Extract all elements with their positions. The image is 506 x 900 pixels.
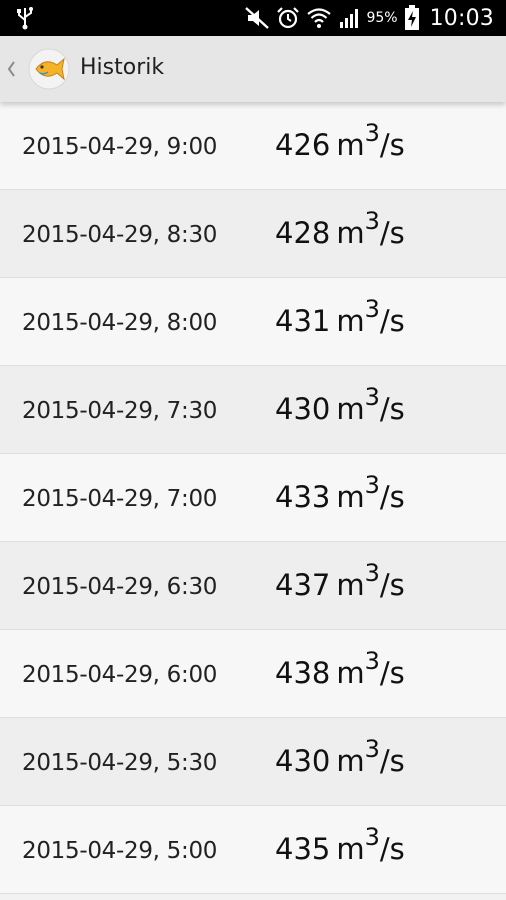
unit-suffix: /s — [379, 832, 405, 866]
unit-suffix: /s — [379, 480, 405, 514]
flow-number: 433 — [275, 480, 331, 514]
row-timestamp: 2015-04-29, 7:30 — [22, 398, 218, 424]
list-item[interactable]: 2015-04-29, 6:00 438 m3/s — [0, 630, 506, 718]
row-flow-value: 426 m3/s — [275, 121, 405, 162]
row-timestamp: 2015-04-29, 8:30 — [22, 222, 218, 248]
unit-exponent: 3 — [364, 119, 380, 147]
flow-number: 437 — [275, 568, 331, 602]
row-flow-value: 438 m3/s — [275, 649, 405, 690]
row-timestamp: 2015-04-29, 9:00 — [22, 134, 218, 160]
row-flow-value: 437 m3/s — [275, 561, 405, 602]
row-flow-value: 428 m3/s — [275, 209, 405, 250]
mute-icon — [245, 7, 270, 29]
unit-exponent: 3 — [364, 735, 380, 763]
row-timestamp: 2015-04-29, 7:00 — [22, 486, 218, 512]
list-item[interactable]: 2015-04-29, 8:00 431 m3/s — [0, 278, 506, 366]
battery-percent: 95% — [366, 10, 398, 26]
row-flow-value: 430 m3/s — [275, 737, 405, 778]
flow-number: 430 — [275, 392, 331, 426]
unit-suffix: /s — [379, 656, 405, 690]
flow-number: 430 — [275, 744, 331, 778]
row-timestamp: 2015-04-29, 6:30 — [22, 574, 218, 600]
unit-base: m — [336, 216, 365, 250]
page-title: Historik — [80, 55, 165, 80]
unit-base: m — [336, 304, 365, 338]
unit-exponent: 3 — [364, 295, 380, 323]
row-flow-value: 431 m3/s — [275, 297, 405, 338]
flow-number: 431 — [275, 304, 331, 338]
list-item[interactable]: 2015-04-29, 6:30 437 m3/s — [0, 542, 506, 630]
unit-base: m — [336, 656, 365, 690]
unit-suffix: /s — [379, 744, 405, 778]
unit-exponent: 3 — [364, 823, 380, 851]
row-timestamp: 2015-04-29, 6:00 — [22, 662, 218, 688]
list-item[interactable]: 2015-04-29, 8:30 428 m3/s — [0, 190, 506, 278]
row-timestamp: 2015-04-29, 5:00 — [22, 838, 218, 864]
unit-base: m — [336, 568, 365, 602]
row-flow-value: 430 m3/s — [275, 385, 405, 426]
flow-number: 426 — [275, 128, 331, 162]
alarm-icon — [277, 7, 300, 29]
unit-exponent: 3 — [364, 647, 380, 675]
action-bar: Historik — [0, 36, 506, 102]
usb-icon — [17, 7, 33, 30]
row-flow-value: 433 m3/s — [275, 473, 405, 514]
status-bar: 95% 10:03 — [0, 0, 506, 36]
unit-base: m — [336, 128, 365, 162]
list-item[interactable]: 2015-04-29, 9:00 426 m3/s — [0, 102, 506, 190]
history-list: 2015-04-29, 9:00 426 m3/s 2015-04-29, 8:30 4… — [0, 102, 506, 894]
unit-base: m — [336, 744, 365, 778]
flow-number: 435 — [275, 832, 331, 866]
signal-icon — [340, 9, 359, 28]
up-caret-icon[interactable] — [4, 58, 18, 80]
unit-suffix: /s — [379, 304, 405, 338]
list-item[interactable]: 2015-04-29, 5:30 430 m3/s — [0, 718, 506, 806]
unit-suffix: /s — [379, 568, 405, 602]
row-flow-value: 435 m3/s — [275, 825, 405, 866]
row-timestamp: 2015-04-29, 5:30 — [22, 750, 218, 776]
fish-logo-icon[interactable] — [28, 48, 70, 90]
clock: 10:03 — [429, 5, 494, 31]
flow-number: 428 — [275, 216, 331, 250]
unit-base: m — [336, 832, 365, 866]
unit-base: m — [336, 480, 365, 514]
unit-suffix: /s — [379, 128, 405, 162]
battery-charging-icon — [404, 5, 419, 30]
wifi-icon — [307, 8, 332, 28]
list-item[interactable]: 2015-04-29, 7:30 430 m3/s — [0, 366, 506, 454]
flow-number: 438 — [275, 656, 331, 690]
unit-suffix: /s — [379, 216, 405, 250]
list-item[interactable]: 2015-04-29, 5:00 435 m3/s — [0, 806, 506, 894]
unit-exponent: 3 — [364, 383, 380, 411]
unit-base: m — [336, 392, 365, 426]
row-timestamp: 2015-04-29, 8:00 — [22, 310, 218, 336]
unit-exponent: 3 — [364, 559, 380, 587]
unit-suffix: /s — [379, 392, 405, 426]
unit-exponent: 3 — [364, 471, 380, 499]
list-item[interactable]: 2015-04-29, 7:00 433 m3/s — [0, 454, 506, 542]
unit-exponent: 3 — [364, 207, 380, 235]
